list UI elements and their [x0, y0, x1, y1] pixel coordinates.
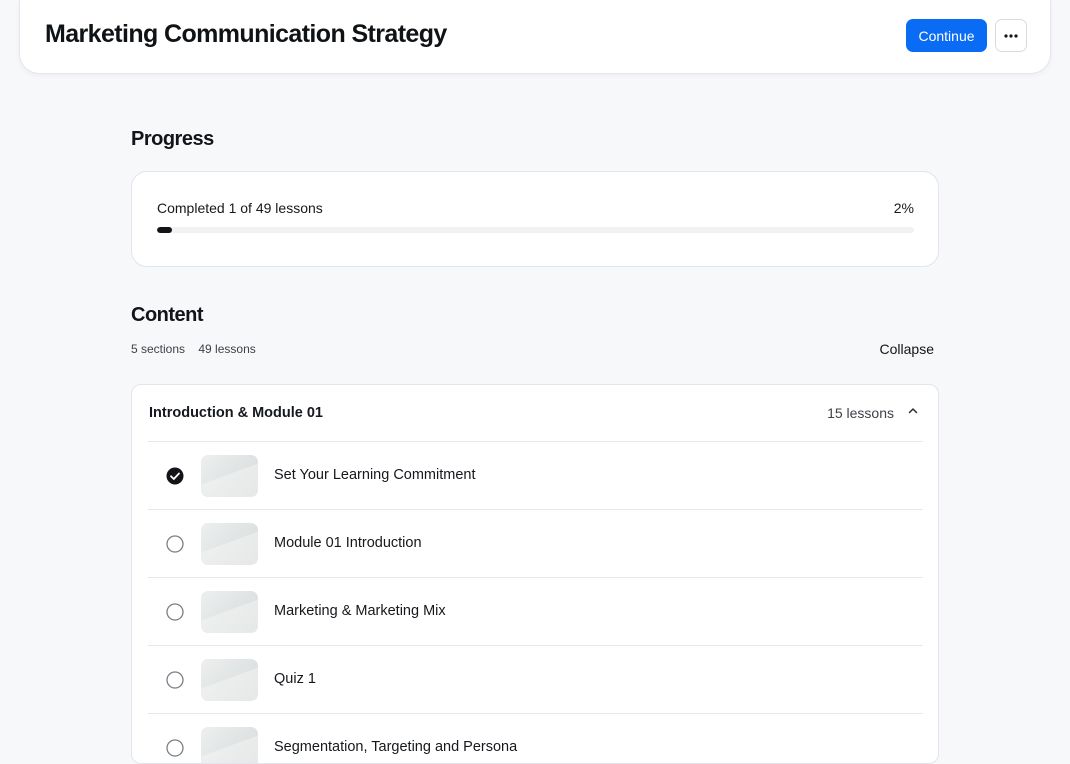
empty-circle-icon[interactable] [166, 535, 184, 553]
content-meta: 5 sections 49 lessons [131, 342, 256, 356]
lesson-title: Segmentation, Targeting and Persona [274, 739, 518, 755]
chevron-up-icon [908, 408, 918, 414]
progress-bar-fill [157, 227, 173, 233]
course-title: Marketing Communication Strategy [45, 20, 447, 48]
lesson-list: Set Your Learning Commitment Module 01 In… [148, 441, 923, 763]
lesson-item[interactable]: Quiz 1 [148, 645, 923, 713]
progress-text: Completed 1 of 49 lessons [157, 200, 323, 216]
lesson-title: Module 01 Introduction [274, 535, 422, 551]
lessons-count: 49 lessons [198, 342, 256, 356]
more-options-button[interactable] [995, 19, 1027, 52]
lesson-title: Marketing & Marketing Mix [274, 603, 446, 619]
lesson-thumbnail [201, 591, 258, 633]
lesson-item[interactable]: Set Your Learning Commitment [148, 441, 923, 509]
checked-circle-icon[interactable] [166, 467, 184, 485]
section-title: Introduction & Module 01 [149, 405, 323, 421]
continue-button[interactable]: Continue [906, 19, 987, 52]
more-horizontal-icon [1004, 33, 1018, 38]
empty-circle-icon[interactable] [166, 739, 184, 757]
progress-card: Completed 1 of 49 lessons 2% [131, 171, 939, 267]
sections-count: 5 sections [131, 342, 186, 356]
progress-heading: Progress [131, 128, 214, 150]
progress-bar [157, 227, 914, 233]
lesson-title: Quiz 1 [274, 671, 316, 687]
lesson-item[interactable]: Module 01 Introduction [148, 509, 923, 577]
lesson-thumbnail [201, 523, 258, 565]
lesson-thumbnail [201, 659, 258, 701]
section-lesson-count: 15 lessons [827, 405, 894, 421]
lesson-item[interactable]: Segmentation, Targeting and Persona [148, 713, 923, 763]
empty-circle-icon[interactable] [166, 671, 184, 689]
lesson-item[interactable]: Marketing & Marketing Mix [148, 577, 923, 645]
section-card: Introduction & Module 01 15 lessons Set … [131, 384, 939, 764]
progress-percent: 2% [893, 200, 914, 216]
lesson-thumbnail [201, 455, 258, 497]
content-heading: Content [131, 304, 204, 326]
collapse-button[interactable]: Collapse [856, 340, 934, 358]
course-header: Marketing Communication Strategy Continu… [19, 0, 1051, 74]
lesson-title: Set Your Learning Commitment [274, 467, 476, 483]
section-header[interactable]: Introduction & Module 01 15 lessons [132, 385, 938, 441]
empty-circle-icon[interactable] [166, 603, 184, 621]
